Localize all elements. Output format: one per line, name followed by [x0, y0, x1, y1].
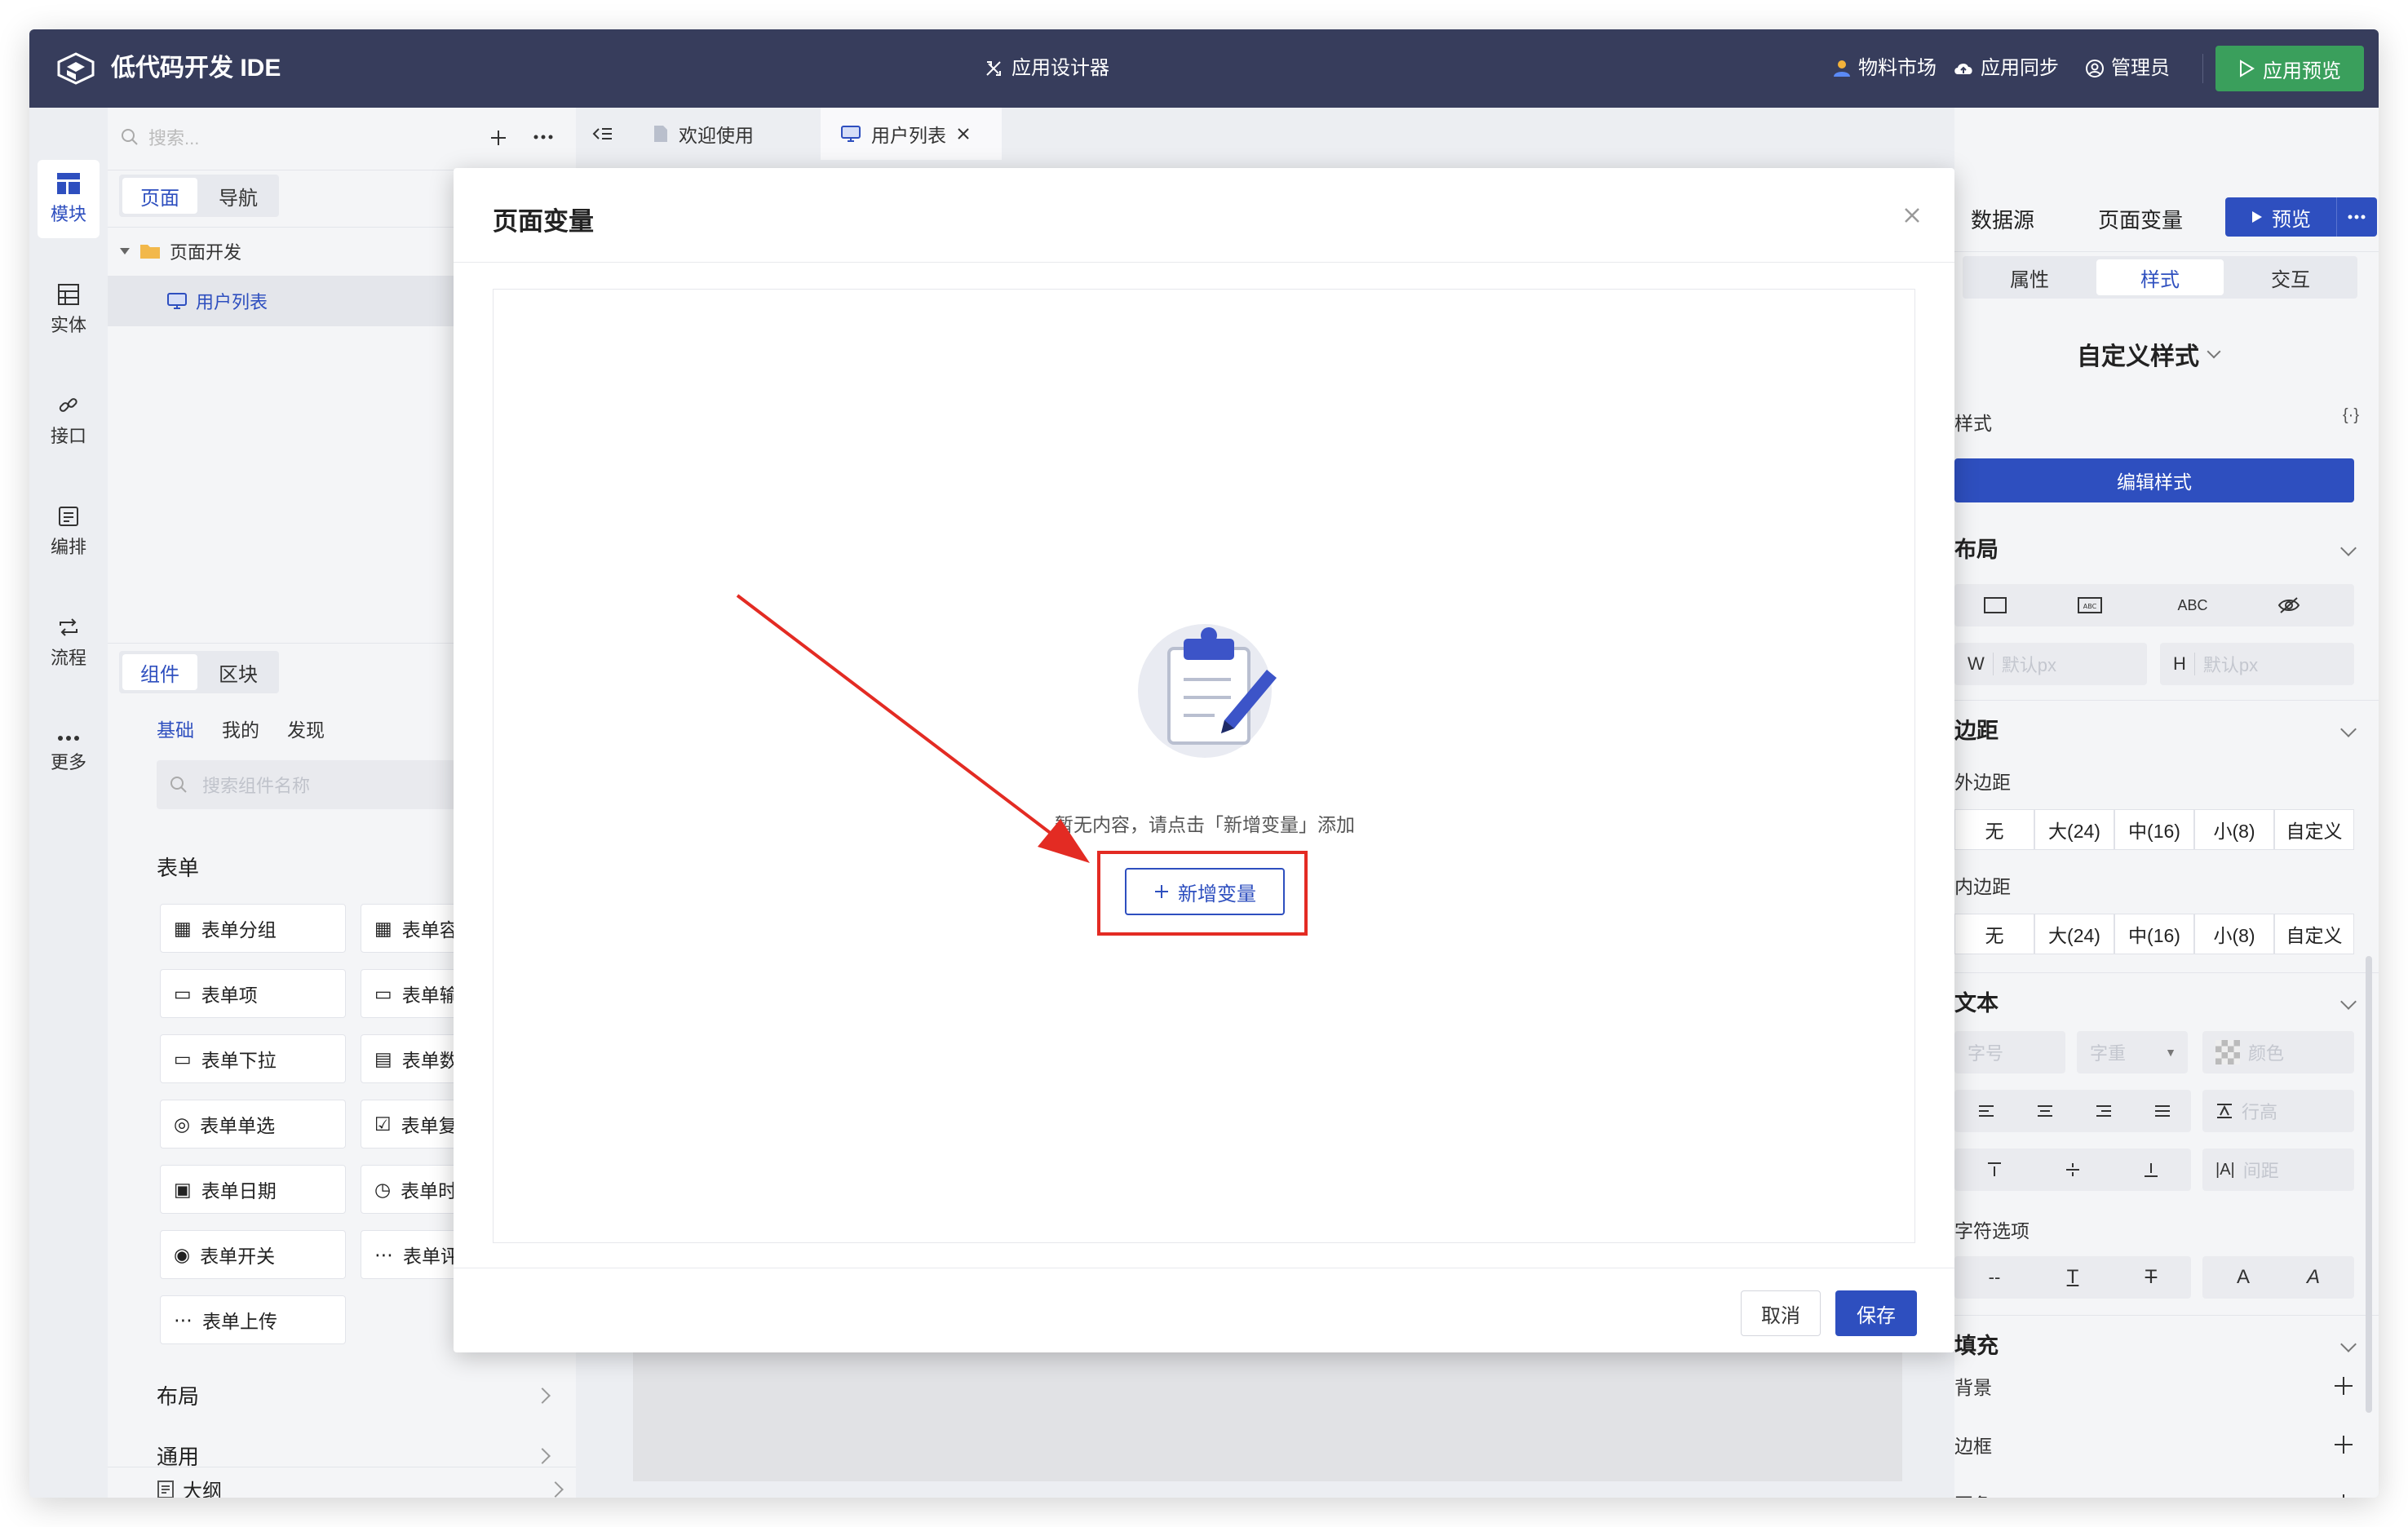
annotation-arrow-icon [736, 594, 1090, 863]
app-window: 低代码开发 IDE 应用设计器 物料市场 应用同步 管理员 应用预览 模块 实体… [29, 29, 2379, 1498]
